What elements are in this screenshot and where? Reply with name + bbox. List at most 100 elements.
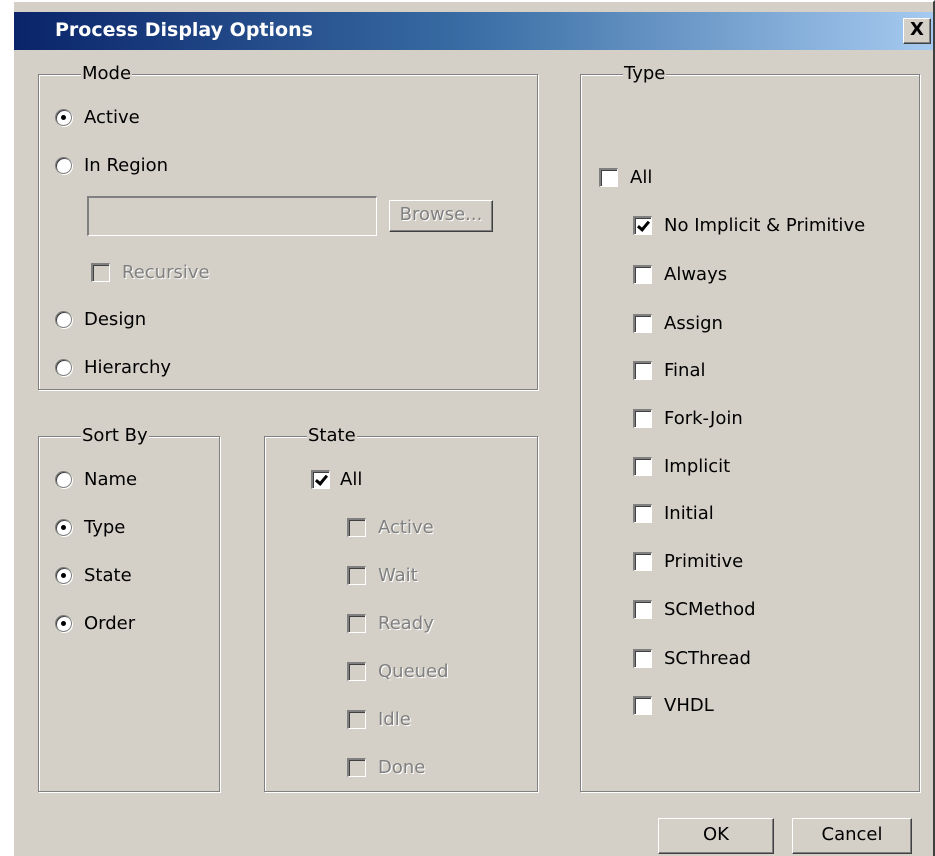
checkbox-indicator bbox=[633, 313, 652, 333]
checkbox-indicator bbox=[91, 262, 110, 282]
state-wait-label: Wait bbox=[378, 564, 418, 586]
ok-button[interactable]: OK bbox=[658, 818, 774, 854]
checkbox-checked-indicator bbox=[311, 469, 330, 489]
type-final-label: Final bbox=[664, 359, 706, 381]
close-icon: X bbox=[910, 19, 924, 40]
sort-by-name-radio[interactable]: Name bbox=[55, 466, 137, 492]
checkbox-indicator bbox=[633, 599, 652, 619]
checkbox-indicator bbox=[599, 167, 618, 187]
checkbox-indicator bbox=[633, 360, 652, 380]
checkbox-indicator bbox=[633, 264, 652, 284]
recursive-label: Recursive bbox=[122, 261, 210, 283]
mode-active-radio[interactable]: Active bbox=[55, 104, 140, 130]
checkbox-checked-indicator bbox=[633, 215, 652, 235]
checkbox-indicator bbox=[633, 503, 652, 523]
radio-indicator bbox=[55, 310, 72, 328]
region-input bbox=[87, 196, 377, 236]
dialog-title: Process Display Options bbox=[55, 19, 313, 41]
sort-by-order-radio[interactable]: Order bbox=[55, 610, 135, 636]
type-always-label: Always bbox=[664, 263, 728, 285]
browse-button: Browse... bbox=[389, 200, 493, 232]
sort-by-state-radio[interactable]: State bbox=[55, 562, 132, 588]
state-active-checkbox: Active bbox=[347, 514, 434, 540]
checkbox-indicator bbox=[347, 757, 366, 777]
radio-selected-indicator bbox=[55, 108, 72, 126]
cancel-button[interactable]: Cancel bbox=[792, 818, 912, 854]
type-assign-label: Assign bbox=[664, 312, 723, 334]
checkbox-indicator bbox=[347, 613, 366, 633]
state-done-checkbox: Done bbox=[347, 754, 425, 780]
checkbox-indicator bbox=[633, 648, 652, 668]
checkbox-indicator bbox=[347, 709, 366, 729]
state-group: State All Active Wait Ready Queued Idle … bbox=[264, 425, 538, 792]
type-scmethod-label: SCMethod bbox=[664, 598, 756, 620]
checkbox-indicator bbox=[347, 565, 366, 585]
type-implicit-checkbox[interactable]: Implicit bbox=[633, 453, 730, 479]
type-primitive-label: Primitive bbox=[664, 550, 744, 572]
radio-indicator bbox=[55, 156, 72, 174]
type-final-checkbox[interactable]: Final bbox=[633, 357, 705, 383]
state-done-label: Done bbox=[378, 756, 426, 778]
state-all-label: All bbox=[340, 468, 363, 490]
state-idle-label: Idle bbox=[378, 708, 411, 730]
checkbox-indicator bbox=[633, 551, 652, 571]
checkbox-indicator bbox=[347, 517, 366, 537]
type-always-checkbox[interactable]: Always bbox=[633, 261, 727, 287]
state-active-label: Active bbox=[378, 516, 434, 538]
radio-indicator bbox=[55, 358, 72, 376]
state-queued-label: Queued bbox=[378, 660, 449, 682]
type-fork-join-label: Fork-Join bbox=[664, 407, 743, 429]
radio-indicator bbox=[55, 470, 72, 488]
process-display-options-dialog: Process Display Options X Mode Active In… bbox=[12, 0, 935, 856]
mode-group-label: Mode bbox=[81, 63, 133, 85]
state-ready-label: Ready bbox=[378, 612, 434, 634]
checkbox-indicator bbox=[347, 661, 366, 681]
mode-in-region-radio[interactable]: In Region bbox=[55, 152, 168, 178]
sort-by-type-radio[interactable]: Type bbox=[55, 514, 125, 540]
type-assign-checkbox[interactable]: Assign bbox=[633, 310, 723, 336]
checkbox-indicator bbox=[633, 408, 652, 428]
type-implicit-label: Implicit bbox=[664, 455, 731, 477]
sort-by-order-label: Order bbox=[84, 612, 136, 634]
state-ready-checkbox: Ready bbox=[347, 610, 434, 636]
type-scthread-label: SCThread bbox=[664, 647, 751, 669]
radio-selected-indicator bbox=[55, 614, 72, 632]
sort-by-state-label: State bbox=[84, 564, 132, 586]
sort-by-type-label: Type bbox=[84, 516, 126, 538]
type-scthread-checkbox[interactable]: SCThread bbox=[633, 645, 751, 671]
type-fork-join-checkbox[interactable]: Fork-Join bbox=[633, 405, 743, 431]
mode-hierarchy-label: Hierarchy bbox=[84, 356, 172, 378]
sort-by-name-label: Name bbox=[84, 468, 138, 490]
state-all-checkbox[interactable]: All bbox=[311, 466, 362, 492]
type-all-label: All bbox=[630, 166, 653, 188]
mode-design-radio[interactable]: Design bbox=[55, 306, 146, 332]
type-initial-checkbox[interactable]: Initial bbox=[633, 500, 714, 526]
mode-hierarchy-radio[interactable]: Hierarchy bbox=[55, 354, 171, 380]
close-button[interactable]: X bbox=[903, 18, 931, 44]
recursive-checkbox: Recursive bbox=[91, 259, 210, 285]
type-vhdl-checkbox[interactable]: VHDL bbox=[633, 692, 714, 718]
type-scmethod-checkbox[interactable]: SCMethod bbox=[633, 596, 756, 622]
type-initial-label: Initial bbox=[664, 502, 714, 524]
sort-by-group: Sort By Name Type State Order bbox=[38, 425, 220, 792]
type-group-label: Type bbox=[623, 63, 667, 85]
state-idle-checkbox: Idle bbox=[347, 706, 411, 732]
mode-design-label: Design bbox=[84, 308, 147, 330]
type-no-implicit-primitive-label: No Implicit & Primitive bbox=[664, 214, 866, 236]
title-bar: Process Display Options X bbox=[14, 12, 933, 50]
type-no-implicit-primitive-checkbox[interactable]: No Implicit & Primitive bbox=[633, 212, 865, 238]
type-vhdl-label: VHDL bbox=[664, 694, 714, 716]
sort-by-group-label: Sort By bbox=[81, 425, 149, 447]
type-primitive-checkbox[interactable]: Primitive bbox=[633, 548, 743, 574]
radio-selected-indicator bbox=[55, 566, 72, 584]
state-group-label: State bbox=[307, 425, 357, 447]
checkbox-indicator bbox=[633, 456, 652, 476]
state-wait-checkbox: Wait bbox=[347, 562, 418, 588]
mode-in-region-label: In Region bbox=[84, 154, 169, 176]
state-queued-checkbox: Queued bbox=[347, 658, 449, 684]
radio-selected-indicator bbox=[55, 518, 72, 536]
mode-group: Mode Active In Region Browse... Recursiv… bbox=[38, 63, 538, 390]
type-group: Type All No Implicit & Primitive Always … bbox=[580, 63, 920, 792]
type-all-checkbox[interactable]: All bbox=[599, 164, 652, 190]
mode-active-label: Active bbox=[84, 106, 140, 128]
